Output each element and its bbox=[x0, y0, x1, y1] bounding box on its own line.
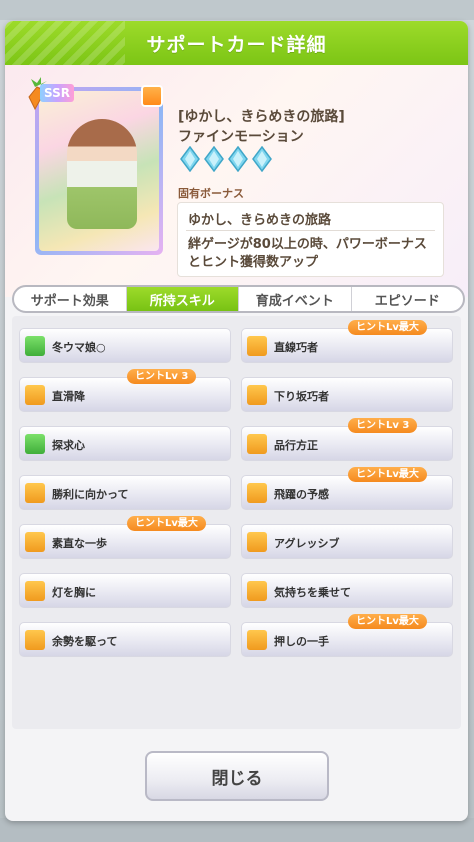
green-skill-icon bbox=[25, 434, 45, 454]
bonus-name: ゆかし、きらめきの旅路 bbox=[188, 213, 332, 228]
gold-skill-icon bbox=[247, 483, 267, 503]
level-diamonds bbox=[180, 146, 272, 172]
skill-name: 直線巧者 bbox=[274, 341, 318, 354]
card-title: [ゆかし、きらめきの旅路] bbox=[178, 109, 345, 125]
skill-item[interactable]: アグレッシブ bbox=[241, 524, 453, 559]
skills-list: 冬ウマ娘○ 直線巧者 ヒントLv最大 直滑降 ヒントLv 3 下り坂巧者 探求心… bbox=[12, 316, 461, 729]
skill-item[interactable]: 灯を胸に bbox=[19, 573, 231, 608]
skill-item[interactable]: 勝利に向かって bbox=[19, 475, 231, 510]
gold-skill-icon bbox=[25, 483, 45, 503]
hint-level-badge: ヒントLv最大 bbox=[348, 320, 427, 335]
gold-skill-icon bbox=[247, 385, 267, 405]
skill-name: 余勢を駆って bbox=[52, 635, 118, 648]
skill-name: 品行方正 bbox=[274, 439, 318, 452]
character-illustration bbox=[67, 119, 137, 229]
skill-item[interactable]: 気持ちを乗せて bbox=[241, 573, 453, 608]
unique-bonus-box: ゆかし、きらめきの旅路 絆ゲージが80以上の時、パワーボーナスとヒント獲得数アッ… bbox=[177, 202, 444, 277]
skill-name: 飛躍の予感 bbox=[274, 488, 329, 501]
tab-training-events[interactable]: 育成イベント bbox=[239, 287, 352, 311]
hint-level-badge: ヒントLv最大 bbox=[348, 467, 427, 482]
card-info-area: SSR [ゆかし、きらめきの旅路] ファインモーション 固有ボーナス ゆかし、き… bbox=[5, 65, 468, 297]
skill-name: 勝利に向かって bbox=[52, 488, 129, 501]
skill-name: 下り坂巧者 bbox=[274, 390, 329, 403]
skill-item[interactable]: 探求心 bbox=[19, 426, 231, 461]
rarity-badge: SSR bbox=[40, 84, 74, 102]
skill-name: アグレッシブ bbox=[274, 537, 340, 550]
support-card-detail-dialog: サポートカード詳細 SSR [ゆかし、きらめきの旅路] ファインモーション 固有… bbox=[5, 21, 468, 821]
gold-skill-icon bbox=[247, 532, 267, 552]
gold-skill-icon bbox=[25, 532, 45, 552]
character-name: ファインモーション bbox=[178, 129, 304, 145]
gold-skill-icon bbox=[25, 385, 45, 405]
divider bbox=[186, 230, 435, 231]
skill-item[interactable]: 下り坂巧者 bbox=[241, 377, 453, 412]
card-artwork bbox=[39, 91, 159, 251]
support-card-image[interactable] bbox=[35, 87, 163, 255]
skill-name: 直滑降 bbox=[52, 390, 85, 403]
bonus-description: 絆ゲージが80以上の時、パワーボーナスとヒント獲得数アップ bbox=[188, 237, 427, 270]
gold-skill-icon bbox=[247, 336, 267, 356]
skill-name: 冬ウマ娘○ bbox=[52, 341, 106, 354]
power-type-icon bbox=[141, 85, 163, 107]
skill-item[interactable]: 品行方正 bbox=[241, 426, 453, 461]
hint-level-badge: ヒントLv 3 bbox=[348, 418, 418, 433]
hint-level-badge: ヒントLv最大 bbox=[127, 516, 206, 531]
dialog-title: サポートカード詳細 bbox=[146, 33, 327, 56]
green-skill-icon bbox=[25, 336, 45, 356]
skill-name: 押しの一手 bbox=[274, 635, 329, 648]
hint-level-badge: ヒントLv最大 bbox=[348, 614, 427, 629]
detail-tabs: サポート効果 所持スキル 育成イベント エピソード bbox=[12, 285, 465, 313]
gold-skill-icon bbox=[25, 581, 45, 601]
diamond-icon bbox=[180, 146, 200, 172]
background-bottom bbox=[0, 818, 474, 842]
background-top bbox=[0, 0, 474, 20]
hint-level-badge: ヒントLv 3 bbox=[127, 369, 197, 384]
skill-item[interactable]: 余勢を駆って bbox=[19, 622, 231, 657]
gold-skill-icon bbox=[247, 630, 267, 650]
gold-skill-icon bbox=[247, 434, 267, 454]
skill-name: 灯を胸に bbox=[52, 586, 96, 599]
skill-name: 気持ちを乗せて bbox=[274, 586, 351, 599]
diamond-icon bbox=[252, 146, 272, 172]
diamond-icon bbox=[204, 146, 224, 172]
skill-item[interactable]: 直滑降 bbox=[19, 377, 231, 412]
tab-owned-skills[interactable]: 所持スキル bbox=[126, 287, 239, 311]
gold-skill-icon bbox=[247, 581, 267, 601]
dialog-header: サポートカード詳細 bbox=[5, 21, 468, 65]
unique-bonus-label: 固有ボーナス bbox=[178, 187, 244, 200]
skill-item[interactable]: 冬ウマ娘○ bbox=[19, 328, 231, 363]
diamond-icon bbox=[228, 146, 248, 172]
close-button[interactable]: 閉じる bbox=[145, 751, 329, 801]
skill-name: 探求心 bbox=[52, 439, 85, 452]
skill-name: 素直な一歩 bbox=[52, 537, 107, 550]
tab-support-effect[interactable]: サポート効果 bbox=[14, 287, 127, 311]
gold-skill-icon bbox=[25, 630, 45, 650]
tab-episode[interactable]: エピソード bbox=[352, 287, 464, 311]
